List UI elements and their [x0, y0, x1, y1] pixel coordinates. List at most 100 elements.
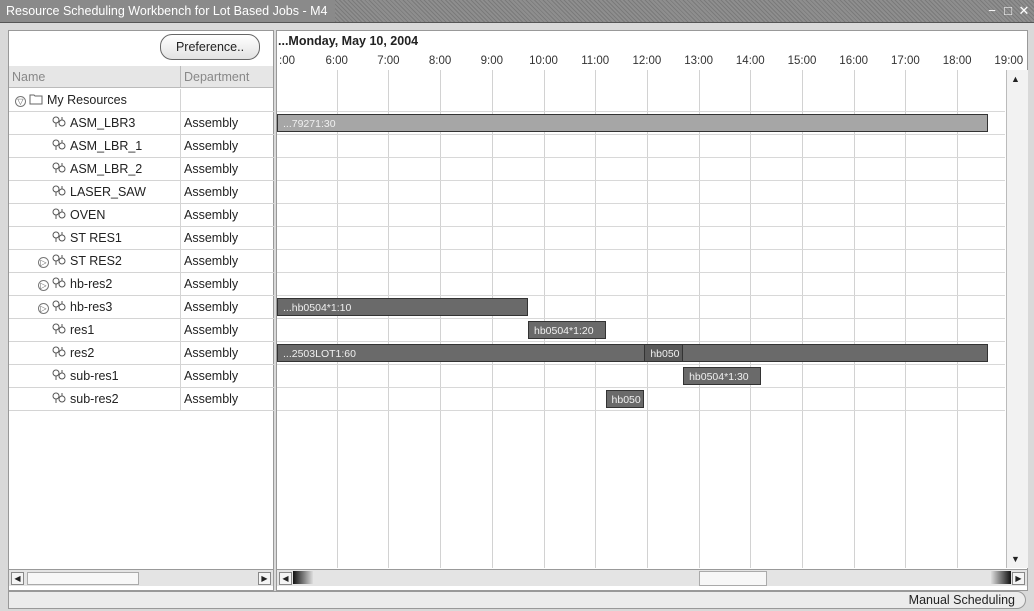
row-gridline: [277, 387, 1005, 388]
resource-row[interactable]: ASM_LBR3 Assembly: [9, 112, 274, 135]
row-gridline: [277, 295, 1005, 296]
left-scroll-thumb[interactable]: [27, 572, 139, 585]
expand-icon[interactable]: ▷: [38, 257, 49, 268]
gantt-horizontal-scrollbar[interactable]: ◀ ▶: [277, 569, 1027, 586]
row-gridline: [277, 364, 1005, 365]
scroll-left-icon[interactable]: ◀: [279, 572, 292, 585]
resource-icon: [52, 139, 66, 150]
scroll-right-icon[interactable]: ▶: [258, 572, 271, 585]
resource-row[interactable]: sub-res2 Assembly: [9, 388, 274, 411]
scroll-gradient-start: [293, 571, 313, 584]
hour-gridline: [957, 70, 959, 568]
status-bar: Manual Scheduling: [8, 591, 1026, 609]
schedule-bar[interactable]: ...79271:30: [277, 114, 989, 132]
resource-name: OVEN: [70, 208, 106, 222]
resource-department: Assembly: [180, 273, 276, 295]
hour-gridline: [750, 70, 752, 568]
resource-row[interactable]: ASM_LBR_1 Assembly: [9, 135, 274, 158]
resource-name: ST RES2: [70, 254, 122, 268]
column-header-name[interactable]: Name: [9, 66, 180, 88]
gantt-date-header: ...Monday, May 10, 2004: [278, 34, 419, 48]
hour-gridline: [440, 70, 442, 568]
hour-gridline: [698, 70, 700, 568]
row-gridline: [277, 157, 1005, 158]
scroll-right-icon[interactable]: ▶: [1012, 572, 1025, 585]
hour-gridline: [905, 70, 907, 568]
row-gridline: [277, 341, 1005, 342]
resource-row[interactable]: ▷ ST RES2 Assembly: [9, 250, 274, 273]
hour-label: 9:00: [480, 55, 503, 67]
resource-department: Assembly: [180, 227, 276, 249]
scroll-up-icon[interactable]: ▲: [1011, 74, 1020, 84]
hour-label: 10:00: [529, 55, 558, 67]
resource-row[interactable]: OVEN Assembly: [9, 204, 274, 227]
resource-row[interactable]: ST RES1 Assembly: [9, 227, 274, 250]
folder-icon: [29, 94, 43, 105]
preference-button[interactable]: Preference..: [160, 34, 260, 60]
hour-label: 19:00: [994, 55, 1024, 67]
expand-icon[interactable]: ▷: [38, 280, 49, 291]
resource-name: hb-res3: [70, 300, 113, 314]
schedule-bar[interactable]: hb0504*1:30: [683, 367, 761, 385]
row-gridline: [277, 410, 1005, 411]
resource-row[interactable]: res2 Assembly: [9, 342, 274, 365]
hour-label: 18:00: [942, 55, 972, 67]
hour-gridline: [595, 70, 597, 568]
collapse-icon[interactable]: ▽: [15, 96, 26, 107]
resource-name: res2: [70, 346, 95, 360]
hour-label: 17:00: [891, 55, 920, 67]
resource-row[interactable]: ▷ hb-res3 Assembly: [9, 296, 274, 319]
schedule-bar[interactable]: hb050: [605, 390, 645, 408]
left-horizontal-scrollbar[interactable]: ◀ ▶: [9, 569, 273, 586]
maximize-icon[interactable]: □: [1001, 3, 1015, 18]
resource-department: Assembly: [180, 135, 276, 157]
schedule-bar[interactable]: ...hb0504*1:10: [277, 298, 528, 316]
resource-department: Assembly: [180, 158, 276, 180]
scheduling-mode-label: Manual Scheduling: [908, 593, 1015, 607]
resource-row[interactable]: ▷ hb-res2 Assembly: [9, 273, 274, 296]
window-titlebar[interactable]: Resource Scheduling Workbench for Lot Ba…: [0, 0, 1034, 23]
resource-name: ASM_LBR_2: [70, 162, 143, 176]
hour-gridline: [388, 70, 390, 568]
resource-department: Assembly: [180, 181, 276, 203]
resource-department: Assembly: [180, 319, 276, 341]
hour-label: 12:00: [632, 55, 662, 67]
resource-name: ST RES1: [70, 231, 122, 245]
tree-root-label: My Resources: [47, 93, 127, 107]
schedule-bar[interactable]: ...2503LOT1:60: [277, 344, 989, 362]
resource-department: Assembly: [180, 296, 276, 318]
gantt-scroll-thumb[interactable]: [699, 571, 767, 586]
resource-icon: [52, 254, 66, 265]
tree-root-row[interactable]: ▽ My Resources: [9, 89, 274, 112]
resource-name: res1: [70, 323, 95, 337]
close-icon[interactable]: ✕: [1017, 3, 1031, 18]
hour-label: :00: [279, 55, 295, 67]
resource-department: Assembly: [180, 342, 276, 364]
row-gridline: [277, 272, 1005, 273]
resource-row[interactable]: sub-res1 Assembly: [9, 365, 274, 388]
column-header-department[interactable]: Department: [180, 66, 273, 88]
row-gridline: [277, 249, 1005, 250]
resource-icon: [52, 277, 66, 288]
hour-gridline: [336, 70, 338, 568]
expand-icon[interactable]: ▷: [38, 303, 49, 314]
resource-name: ASM_LBR3: [70, 116, 136, 130]
hour-label: 13:00: [684, 55, 713, 67]
scroll-left-icon[interactable]: ◀: [11, 572, 24, 585]
resource-row[interactable]: res1 Assembly: [9, 319, 274, 342]
resource-row[interactable]: LASER_SAW Assembly: [9, 181, 274, 204]
hour-label: 7:00: [377, 55, 400, 67]
row-gridline: [277, 226, 1005, 227]
hour-gridline: [543, 70, 545, 568]
resource-department: Assembly: [180, 250, 276, 272]
schedule-bar[interactable]: hb0504*1:20: [527, 321, 606, 339]
resource-name: sub-res1: [70, 369, 119, 383]
scroll-down-icon[interactable]: ▼: [1011, 554, 1020, 564]
resource-row[interactable]: ASM_LBR_2 Assembly: [9, 158, 274, 181]
minimize-icon[interactable]: −: [985, 3, 999, 18]
row-gridline: [277, 318, 1005, 319]
resource-icon: [52, 392, 66, 403]
resource-icon: [52, 162, 66, 173]
gantt-vertical-scrollbar[interactable]: ▲ ▼: [1006, 70, 1028, 568]
schedule-bar[interactable]: hb050: [644, 344, 684, 362]
